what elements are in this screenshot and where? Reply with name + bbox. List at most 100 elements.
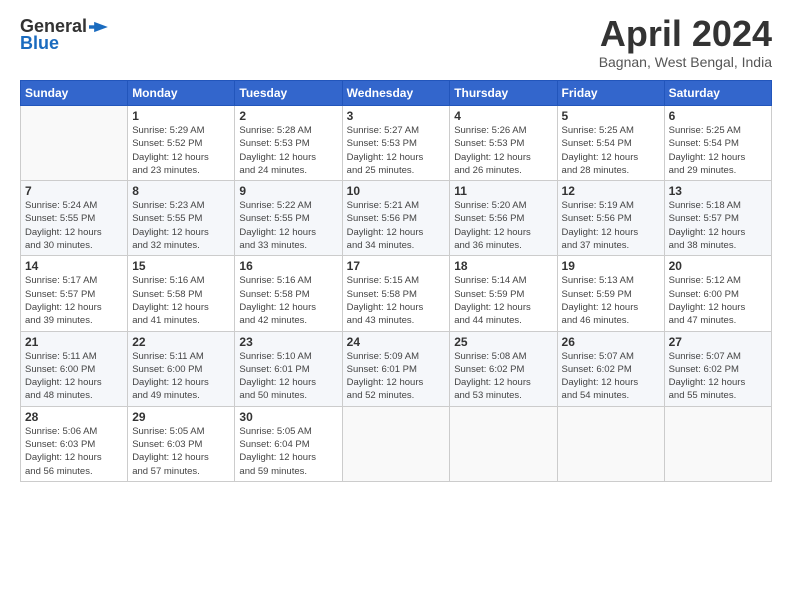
day-number: 21 (25, 335, 123, 349)
calendar-cell: 3Sunrise: 5:27 AM Sunset: 5:53 PM Daylig… (342, 106, 450, 181)
day-number: 26 (562, 335, 660, 349)
calendar-week-3: 14Sunrise: 5:17 AM Sunset: 5:57 PM Dayli… (21, 256, 772, 331)
day-info: Sunrise: 5:25 AM Sunset: 5:54 PM Dayligh… (669, 124, 767, 177)
day-info: Sunrise: 5:07 AM Sunset: 6:02 PM Dayligh… (669, 350, 767, 403)
day-number: 12 (562, 184, 660, 198)
calendar-week-2: 7Sunrise: 5:24 AM Sunset: 5:55 PM Daylig… (21, 181, 772, 256)
day-info: Sunrise: 5:29 AM Sunset: 5:52 PM Dayligh… (132, 124, 230, 177)
calendar-cell: 14Sunrise: 5:17 AM Sunset: 5:57 PM Dayli… (21, 256, 128, 331)
calendar-week-1: 1Sunrise: 5:29 AM Sunset: 5:52 PM Daylig… (21, 106, 772, 181)
day-info: Sunrise: 5:14 AM Sunset: 5:59 PM Dayligh… (454, 274, 552, 327)
day-number: 2 (239, 109, 337, 123)
calendar-cell (557, 406, 664, 481)
day-number: 24 (347, 335, 446, 349)
calendar-cell: 24Sunrise: 5:09 AM Sunset: 6:01 PM Dayli… (342, 331, 450, 406)
day-number: 23 (239, 335, 337, 349)
day-info: Sunrise: 5:22 AM Sunset: 5:55 PM Dayligh… (239, 199, 337, 252)
day-info: Sunrise: 5:05 AM Sunset: 6:03 PM Dayligh… (132, 425, 230, 478)
day-info: Sunrise: 5:11 AM Sunset: 6:00 PM Dayligh… (25, 350, 123, 403)
logo: General Blue (20, 16, 113, 54)
calendar-cell: 26Sunrise: 5:07 AM Sunset: 6:02 PM Dayli… (557, 331, 664, 406)
day-info: Sunrise: 5:18 AM Sunset: 5:57 PM Dayligh… (669, 199, 767, 252)
day-info: Sunrise: 5:15 AM Sunset: 5:58 PM Dayligh… (347, 274, 446, 327)
day-number: 1 (132, 109, 230, 123)
calendar-cell (21, 106, 128, 181)
day-number: 22 (132, 335, 230, 349)
calendar-cell: 12Sunrise: 5:19 AM Sunset: 5:56 PM Dayli… (557, 181, 664, 256)
calendar-cell: 17Sunrise: 5:15 AM Sunset: 5:58 PM Dayli… (342, 256, 450, 331)
calendar-cell: 6Sunrise: 5:25 AM Sunset: 5:54 PM Daylig… (664, 106, 771, 181)
calendar-cell: 21Sunrise: 5:11 AM Sunset: 6:00 PM Dayli… (21, 331, 128, 406)
location-label: Bagnan, West Bengal, India (599, 54, 772, 70)
day-number: 6 (669, 109, 767, 123)
calendar-page: General Blue April 2024 Bagnan, West Ben… (0, 0, 792, 612)
day-info: Sunrise: 5:16 AM Sunset: 5:58 PM Dayligh… (132, 274, 230, 327)
day-info: Sunrise: 5:25 AM Sunset: 5:54 PM Dayligh… (562, 124, 660, 177)
calendar-cell: 10Sunrise: 5:21 AM Sunset: 5:56 PM Dayli… (342, 181, 450, 256)
day-number: 9 (239, 184, 337, 198)
day-number: 3 (347, 109, 446, 123)
day-info: Sunrise: 5:11 AM Sunset: 6:00 PM Dayligh… (132, 350, 230, 403)
day-number: 8 (132, 184, 230, 198)
calendar-cell: 11Sunrise: 5:20 AM Sunset: 5:56 PM Dayli… (450, 181, 557, 256)
day-info: Sunrise: 5:24 AM Sunset: 5:55 PM Dayligh… (25, 199, 123, 252)
day-info: Sunrise: 5:28 AM Sunset: 5:53 PM Dayligh… (239, 124, 337, 177)
calendar-cell: 8Sunrise: 5:23 AM Sunset: 5:55 PM Daylig… (128, 181, 235, 256)
day-number: 29 (132, 410, 230, 424)
day-info: Sunrise: 5:05 AM Sunset: 6:04 PM Dayligh… (239, 425, 337, 478)
day-info: Sunrise: 5:07 AM Sunset: 6:02 PM Dayligh… (562, 350, 660, 403)
day-number: 28 (25, 410, 123, 424)
logo-blue: Blue (20, 33, 59, 54)
day-info: Sunrise: 5:06 AM Sunset: 6:03 PM Dayligh… (25, 425, 123, 478)
day-info: Sunrise: 5:17 AM Sunset: 5:57 PM Dayligh… (25, 274, 123, 327)
day-number: 15 (132, 259, 230, 273)
calendar-cell: 22Sunrise: 5:11 AM Sunset: 6:00 PM Dayli… (128, 331, 235, 406)
calendar-cell (664, 406, 771, 481)
calendar-cell: 23Sunrise: 5:10 AM Sunset: 6:01 PM Dayli… (235, 331, 342, 406)
calendar-cell: 2Sunrise: 5:28 AM Sunset: 5:53 PM Daylig… (235, 106, 342, 181)
title-area: April 2024 Bagnan, West Bengal, India (599, 16, 772, 70)
month-title: April 2024 (599, 16, 772, 52)
day-number: 10 (347, 184, 446, 198)
calendar-cell: 13Sunrise: 5:18 AM Sunset: 5:57 PM Dayli… (664, 181, 771, 256)
calendar-cell: 30Sunrise: 5:05 AM Sunset: 6:04 PM Dayli… (235, 406, 342, 481)
calendar-week-4: 21Sunrise: 5:11 AM Sunset: 6:00 PM Dayli… (21, 331, 772, 406)
day-info: Sunrise: 5:12 AM Sunset: 6:00 PM Dayligh… (669, 274, 767, 327)
calendar-cell: 15Sunrise: 5:16 AM Sunset: 5:58 PM Dayli… (128, 256, 235, 331)
day-info: Sunrise: 5:13 AM Sunset: 5:59 PM Dayligh… (562, 274, 660, 327)
calendar-cell: 16Sunrise: 5:16 AM Sunset: 5:58 PM Dayli… (235, 256, 342, 331)
calendar-cell: 28Sunrise: 5:06 AM Sunset: 6:03 PM Dayli… (21, 406, 128, 481)
day-number: 7 (25, 184, 123, 198)
day-info: Sunrise: 5:19 AM Sunset: 5:56 PM Dayligh… (562, 199, 660, 252)
calendar-cell: 7Sunrise: 5:24 AM Sunset: 5:55 PM Daylig… (21, 181, 128, 256)
day-number: 16 (239, 259, 337, 273)
calendar-week-5: 28Sunrise: 5:06 AM Sunset: 6:03 PM Dayli… (21, 406, 772, 481)
day-number: 19 (562, 259, 660, 273)
calendar-cell: 18Sunrise: 5:14 AM Sunset: 5:59 PM Dayli… (450, 256, 557, 331)
day-number: 20 (669, 259, 767, 273)
day-number: 18 (454, 259, 552, 273)
calendar-table: SundayMondayTuesdayWednesdayThursdayFrid… (20, 80, 772, 482)
day-info: Sunrise: 5:16 AM Sunset: 5:58 PM Dayligh… (239, 274, 337, 327)
calendar-header-monday: Monday (128, 81, 235, 106)
page-header: General Blue April 2024 Bagnan, West Ben… (20, 16, 772, 70)
logo-icon (89, 20, 113, 34)
calendar-cell: 19Sunrise: 5:13 AM Sunset: 5:59 PM Dayli… (557, 256, 664, 331)
day-info: Sunrise: 5:27 AM Sunset: 5:53 PM Dayligh… (347, 124, 446, 177)
calendar-cell: 20Sunrise: 5:12 AM Sunset: 6:00 PM Dayli… (664, 256, 771, 331)
day-info: Sunrise: 5:26 AM Sunset: 5:53 PM Dayligh… (454, 124, 552, 177)
day-number: 17 (347, 259, 446, 273)
day-number: 13 (669, 184, 767, 198)
calendar-header-tuesday: Tuesday (235, 81, 342, 106)
calendar-cell: 5Sunrise: 5:25 AM Sunset: 5:54 PM Daylig… (557, 106, 664, 181)
calendar-cell: 9Sunrise: 5:22 AM Sunset: 5:55 PM Daylig… (235, 181, 342, 256)
calendar-header-thursday: Thursday (450, 81, 557, 106)
calendar-header-sunday: Sunday (21, 81, 128, 106)
calendar-cell: 29Sunrise: 5:05 AM Sunset: 6:03 PM Dayli… (128, 406, 235, 481)
calendar-cell: 27Sunrise: 5:07 AM Sunset: 6:02 PM Dayli… (664, 331, 771, 406)
calendar-header-saturday: Saturday (664, 81, 771, 106)
day-info: Sunrise: 5:10 AM Sunset: 6:01 PM Dayligh… (239, 350, 337, 403)
calendar-cell (342, 406, 450, 481)
calendar-cell: 4Sunrise: 5:26 AM Sunset: 5:53 PM Daylig… (450, 106, 557, 181)
day-info: Sunrise: 5:08 AM Sunset: 6:02 PM Dayligh… (454, 350, 552, 403)
